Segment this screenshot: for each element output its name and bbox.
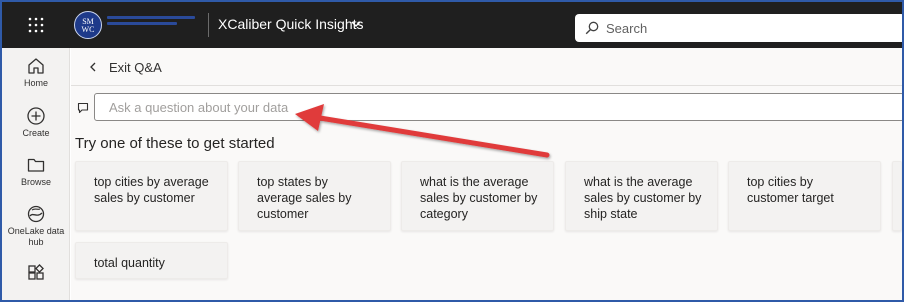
question-input[interactable] [94,93,902,121]
waffle-icon [28,17,44,33]
org-logo-text-bottom: WC [82,25,95,34]
suggestion-card[interactable]: top cities by customer target [728,161,881,231]
chevron-left-icon[interactable] [87,61,99,73]
nav-item-onelake[interactable]: OneLake data hub [2,204,70,248]
onelake-icon [27,205,45,223]
suggestion-card[interactable]: top cities by average sales by customer [75,161,228,231]
org-logo[interactable]: SM WC [74,11,102,39]
suggestions-heading: Try one of these to get started [75,135,275,152]
topbar-divider [208,13,209,37]
nav-label-create: Create [22,128,50,138]
suggestion-card[interactable]: total quantity [75,242,228,279]
org-wordmark [107,16,197,26]
apps-icon [28,264,44,280]
nav-item-home[interactable]: Home [2,56,70,89]
suggestion-card[interactable]: top states by average sales by customer [238,161,391,231]
app-window: SM WC XCaliber Quick Insights Home [0,0,904,302]
app-title[interactable]: XCaliber Quick Insights [218,16,364,32]
qa-main-panel: Exit Q&A Try one of these to get started… [71,48,902,300]
exit-qa-bar: Exit Q&A [71,48,902,86]
exit-qa-button[interactable]: Exit Q&A [109,60,162,75]
nav-label-home: Home [23,78,48,88]
chat-bubble-icon [77,102,89,114]
nav-item-apps[interactable] [2,264,70,284]
top-bar: SM WC XCaliber Quick Insights [2,2,902,48]
home-icon [28,58,44,74]
nav-label-browse: Browse [20,177,51,187]
suggestion-card[interactable]: what is the average sales by customer by… [401,161,554,231]
suggestion-card[interactable]: what is the average sales by customer by… [565,161,718,231]
suggestion-card-partial[interactable] [892,161,902,231]
org-logo-icon: SM WC [82,17,95,34]
chevron-down-icon[interactable] [350,18,362,30]
search-icon [585,21,599,35]
nav-label-onelake: OneLake data hub [7,226,65,247]
plus-circle-icon [27,107,45,125]
app-launcher-button[interactable] [18,10,54,40]
folder-icon [27,158,45,172]
nav-item-create[interactable]: Create [2,106,70,139]
left-nav: Home Create Browse OneLake data hub [2,48,70,300]
search-input[interactable] [606,20,866,36]
nav-item-browse[interactable]: Browse [2,155,70,188]
search-box[interactable] [575,14,902,42]
